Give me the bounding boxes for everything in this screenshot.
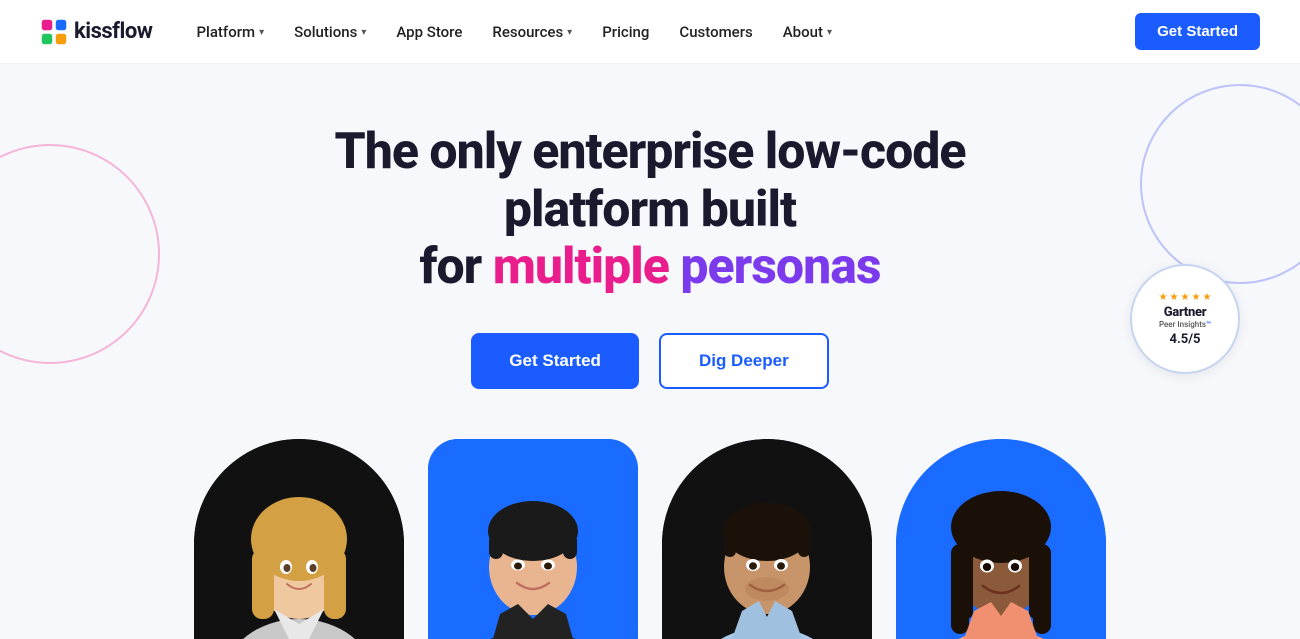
nav-item-about[interactable]: About ▾	[771, 15, 844, 49]
personas-row	[40, 439, 1260, 639]
star-icon: ★	[1181, 292, 1190, 303]
hero-section: The only enterprise low-code platform bu…	[0, 64, 1300, 639]
star-icon: ★	[1170, 292, 1179, 303]
logo-text: kissflow	[74, 19, 152, 44]
deco-circle-left	[0, 144, 160, 364]
nav-item-customers[interactable]: Customers	[667, 15, 764, 49]
gartner-brand: Gartner	[1164, 305, 1207, 320]
star-icon: ★	[1159, 292, 1168, 303]
chevron-down-icon: ▾	[827, 27, 832, 38]
persona-illustration-4	[896, 439, 1106, 639]
logo[interactable]: kissflow	[40, 18, 152, 46]
hero-headline: The only enterprise low-code platform bu…	[270, 124, 1030, 297]
hero-buttons: Get Started Dig Deeper	[40, 333, 1260, 389]
chevron-down-icon: ▾	[259, 27, 264, 38]
persona-illustration-3	[662, 439, 872, 639]
nav-item-platform[interactable]: Platform ▾	[184, 15, 276, 49]
persona-card-3	[662, 439, 872, 639]
star-icon: ★	[1191, 292, 1200, 303]
nav-item-solutions[interactable]: Solutions ▾	[282, 15, 378, 49]
deco-circle-right	[1140, 84, 1300, 284]
kissflow-logo-icon	[40, 18, 68, 46]
hero-dig-deeper-button[interactable]: Dig Deeper	[659, 333, 829, 389]
gartner-sub: Peer Insights™	[1159, 320, 1211, 329]
nav-item-appstore[interactable]: App Store	[384, 15, 474, 49]
star-icon: ★	[1202, 292, 1211, 303]
highlight-multiple: multiple	[493, 238, 669, 296]
gartner-badge: ★ ★ ★ ★ ★ Gartner Peer Insights™ 4.5/5	[1130, 264, 1240, 374]
highlight-personas: personas	[669, 238, 881, 296]
gartner-rating: 4.5/5	[1170, 332, 1201, 347]
persona-illustration-1	[194, 439, 404, 639]
nav-get-started-button[interactable]: Get Started	[1135, 13, 1260, 50]
nav-links: Platform ▾ Solutions ▾ App Store Resourc…	[184, 15, 1135, 49]
gartner-stars: ★ ★ ★ ★ ★	[1159, 292, 1212, 303]
persona-illustration-2	[428, 439, 638, 639]
nav-item-resources[interactable]: Resources ▾	[480, 15, 584, 49]
chevron-down-icon: ▾	[567, 27, 572, 38]
chevron-down-icon: ▾	[361, 27, 366, 38]
navbar: kissflow Platform ▾ Solutions ▾ App Stor…	[0, 0, 1300, 64]
persona-card-1	[194, 439, 404, 639]
nav-item-pricing[interactable]: Pricing	[590, 15, 661, 49]
hero-get-started-button[interactable]: Get Started	[471, 333, 639, 389]
persona-card-4	[896, 439, 1106, 639]
persona-card-2	[428, 439, 638, 639]
